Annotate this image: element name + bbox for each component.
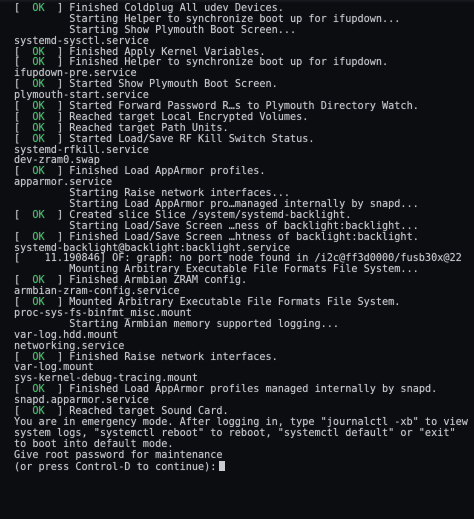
status-bracket-open: [ — [14, 57, 33, 69]
status-bracket-open: [ — [14, 122, 33, 134]
status-bracket-close: ] — [44, 297, 64, 309]
console-line-text: Starting Armbian memory supported loggin… — [14, 318, 340, 330]
status-ok-label: OK — [32, 297, 45, 309]
console-line-text: to boot into default mode. — [14, 438, 174, 450]
status-ok-label: OK — [32, 46, 45, 58]
console-line-text: var-log.mount — [14, 362, 94, 374]
console-line-text: Finished Raise network interfaces. — [63, 351, 278, 363]
status-bracket-open: [ — [14, 275, 33, 287]
status-bracket-close: ] — [44, 122, 64, 134]
terminal-cursor[interactable] — [219, 461, 226, 472]
status-ok-label: OK — [32, 275, 45, 287]
status-ok-label: OK — [32, 57, 45, 69]
console-line-text: Finished Armbian ZRAM config. — [63, 275, 248, 287]
console-line-text: systemd-rfkill.service — [14, 144, 149, 156]
console-line-text: armbian-zram-config.service — [14, 286, 180, 298]
console-line-text: You are in emergency mode. After logging… — [14, 416, 468, 428]
console-line-text: Starting Raise network interfaces... — [14, 188, 291, 200]
console-line-text: Mounting Arbitrary Executable File Forma… — [14, 264, 419, 276]
status-bracket-open: [ — [14, 297, 33, 309]
status-bracket-close: ] — [44, 101, 64, 113]
status-bracket-open: [ — [14, 405, 33, 417]
status-bracket-open: [ — [14, 79, 33, 91]
console-line-text: Started Forward Password R…s to Plymouth… — [63, 101, 419, 113]
console-line-text: Started Show Plymouth Boot Screen. — [63, 79, 278, 91]
status-bracket-close: ] — [44, 3, 64, 14]
status-bracket-open: [ — [14, 101, 33, 113]
status-ok-label: OK — [32, 405, 45, 417]
console-line-text: var-log.hdd.mount — [14, 329, 119, 341]
status-ok-label: OK — [32, 166, 45, 178]
status-bracket-close: ] — [44, 384, 64, 396]
terminal-screen: [ OK ] Finished Coldplug All udev Device… — [0, 0, 474, 519]
status-bracket-open: [ — [14, 133, 33, 145]
status-bracket-close: ] — [44, 133, 64, 145]
console-line-text: Started Load/Save RF Kill Switch Status. — [63, 133, 315, 145]
status-bracket-open: [ — [14, 209, 33, 221]
status-bracket-open: [ — [14, 384, 33, 396]
status-bracket-open: [ — [14, 3, 33, 14]
status-ok-label: OK — [32, 3, 45, 14]
console-line-text: networking.service — [14, 340, 125, 352]
status-ok-label: OK — [32, 101, 45, 113]
console-line-text: (or press Control-D to continue): — [14, 462, 217, 474]
status-bracket-open: [ — [14, 231, 33, 243]
status-bracket-open: [ — [14, 166, 33, 178]
status-bracket-close: ] — [44, 111, 64, 123]
console-line-text: Starting Load/Save Screen …ness of backl… — [14, 220, 419, 232]
console-line: Give root password for maintenance — [14, 449, 474, 462]
status-bracket-open: [ — [14, 351, 33, 363]
status-ok-label: OK — [32, 209, 45, 221]
console-line-text: system logs, "systemctl reboot" to reboo… — [14, 427, 456, 439]
status-bracket-close: ] — [44, 57, 64, 69]
console-line-text: plymouth-start.service — [14, 90, 149, 102]
console-line-text: Created slice Slice /system/systemd-back… — [63, 209, 352, 221]
console-line-text: sys-kernel-debug-tracing.mount — [14, 373, 199, 385]
console-line-text: Finished Coldplug All udev Devices. — [63, 3, 284, 14]
boot-console-output[interactable]: [ OK ] Finished Coldplug All udev Device… — [14, 3, 474, 474]
console-line: (or press Control-D to continue): — [14, 461, 474, 474]
console-line-text: Starting Show Plymouth Boot Screen... — [14, 24, 297, 36]
console-line-text: Reached target Path Units. — [63, 122, 229, 134]
console-line-text: Mounted Arbitrary Executable File Format… — [63, 297, 401, 309]
console-line-text: Finished Apply Kernel Variables. — [63, 46, 266, 58]
status-ok-label: OK — [32, 122, 45, 134]
status-bracket-close: ] — [44, 46, 64, 58]
status-ok-label: OK — [32, 111, 45, 123]
status-bracket-close: ] — [44, 231, 64, 243]
console-line-text: Finished Helper to synchronize boot up f… — [63, 57, 389, 69]
status-bracket-close: ] — [44, 351, 64, 363]
console-line-text: systemd-backlight@backlight:backlight.se… — [14, 242, 291, 254]
console-line-text: proc-sys-fs-binfmt_misc.mount — [14, 307, 192, 319]
console-line-text: Finished Load AppArmor profiles managed … — [63, 384, 438, 396]
console-line-text: systemd-sysctl.service — [14, 35, 149, 47]
console-line-text: apparmor.service — [14, 177, 113, 189]
console-line-text: [ 11.190846] OF: graph: no port node fou… — [14, 253, 462, 265]
status-ok-label: OK — [32, 133, 45, 145]
console-line-text: Finished Load/Save Screen …htness of bac… — [63, 231, 419, 243]
status-bracket-close: ] — [44, 405, 64, 417]
status-bracket-close: ] — [44, 166, 64, 178]
status-bracket-open: [ — [14, 111, 33, 123]
console-line-text: Reached target Local Encrypted Volumes. — [63, 111, 309, 123]
status-bracket-open: [ — [14, 46, 33, 58]
status-ok-label: OK — [32, 351, 45, 363]
status-ok-label: OK — [32, 384, 45, 396]
console-line-text: ifupdown-pre.service — [14, 68, 137, 80]
console-line-text: Starting Helper to synchronize boot up f… — [14, 13, 401, 25]
status-bracket-close: ] — [44, 209, 64, 221]
console-line-text: Reached target Sound Card. — [63, 405, 229, 417]
status-ok-label: OK — [32, 79, 45, 91]
console-line-text: snapd.apparmor.service — [14, 395, 149, 407]
console-line-text: Give root password for maintenance — [14, 449, 223, 461]
console-line-text: Starting Load AppArmor pro…managed inter… — [14, 199, 419, 211]
console-line-text: Finished Load AppArmor profiles. — [63, 166, 266, 178]
status-bracket-close: ] — [44, 79, 64, 91]
console-line-text: dev-zram0.swap — [14, 155, 100, 167]
status-bracket-close: ] — [44, 275, 64, 287]
status-ok-label: OK — [32, 231, 45, 243]
